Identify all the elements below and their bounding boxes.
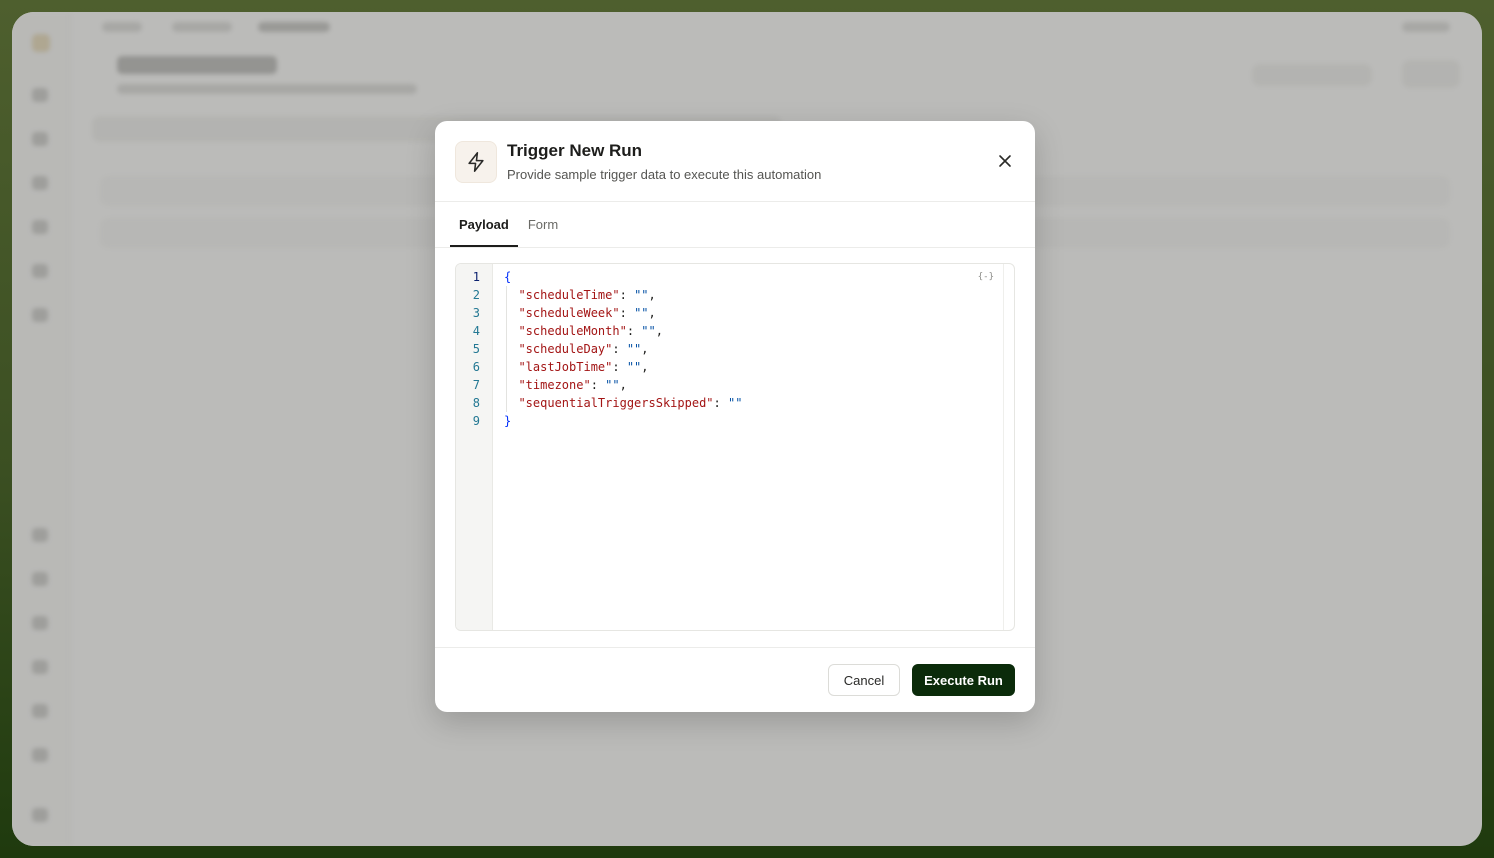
code-line: "scheduleDay": "", (518, 342, 649, 356)
footer-divider (435, 647, 1035, 648)
code-line: } (504, 412, 1014, 430)
editor-scrollbar[interactable] (1003, 264, 1014, 630)
json-value: "" (605, 378, 620, 392)
tab-bar: Payload Form (450, 202, 568, 247)
close-icon (999, 155, 1011, 167)
open-brace: { (504, 270, 512, 284)
line-number: 4 (472, 324, 480, 338)
close-button[interactable] (993, 149, 1017, 173)
code-content[interactable]: { "scheduleTime": "", "scheduleWeek": ""… (504, 268, 1014, 430)
tab-payload[interactable]: Payload (450, 202, 518, 247)
json-key: "scheduleWeek" (518, 306, 620, 320)
code-line: { (504, 268, 1014, 286)
line-number: 5 (472, 342, 480, 356)
code-line: "lastJobTime": "", (518, 360, 649, 374)
line-number-gutter: 1 2 3 4 5 6 7 8 9 (456, 264, 493, 630)
dialog-title: Trigger New Run (507, 141, 643, 160)
cancel-button[interactable]: Cancel (828, 664, 900, 696)
json-key: "lastJobTime" (518, 360, 613, 374)
tab-divider (435, 247, 1035, 248)
json-key: "timezone" (518, 378, 591, 392)
json-value: "" (727, 396, 743, 410)
payload-code-editor[interactable]: 1 2 3 4 5 6 7 8 9 { "scheduleTime": "", … (455, 263, 1015, 631)
dialog-subtitle: Provide sample trigger data to execute t… (507, 167, 822, 182)
json-value: "" (634, 306, 649, 320)
line-number: 2 (472, 288, 480, 302)
tab-form[interactable]: Form (519, 202, 567, 247)
line-number: 1 (472, 270, 480, 284)
code-line: "timezone": "", (518, 378, 627, 392)
lightning-bolt-icon (455, 141, 497, 183)
trigger-run-dialog: Trigger New Run Provide sample trigger d… (435, 121, 1035, 712)
json-value: "" (626, 360, 642, 374)
line-number: 7 (472, 378, 480, 392)
json-value: "" (641, 324, 656, 338)
json-key: "scheduleTime" (518, 288, 620, 302)
close-brace: } (504, 414, 512, 428)
json-key: "scheduleDay" (518, 342, 613, 356)
dialog-header: Trigger New Run Provide sample trigger d… (435, 121, 1035, 202)
json-key: "sequentialTriggersSkipped" (518, 396, 714, 410)
line-number: 9 (472, 414, 480, 428)
fold-toggle-icon[interactable]: {-} (978, 272, 994, 282)
code-line: "scheduleWeek": "", (518, 306, 656, 320)
code-line: "sequentialTriggersSkipped": "" (518, 396, 743, 410)
code-line: "scheduleTime": "", (518, 288, 656, 302)
code-line: "scheduleMonth": "", (518, 324, 663, 338)
line-number: 8 (472, 396, 480, 410)
execute-run-button[interactable]: Execute Run (912, 664, 1015, 696)
line-number: 3 (472, 306, 480, 320)
json-value: "" (626, 342, 642, 356)
line-number: 6 (472, 360, 480, 374)
json-key: "scheduleMonth" (518, 324, 627, 338)
json-value: "" (634, 288, 649, 302)
